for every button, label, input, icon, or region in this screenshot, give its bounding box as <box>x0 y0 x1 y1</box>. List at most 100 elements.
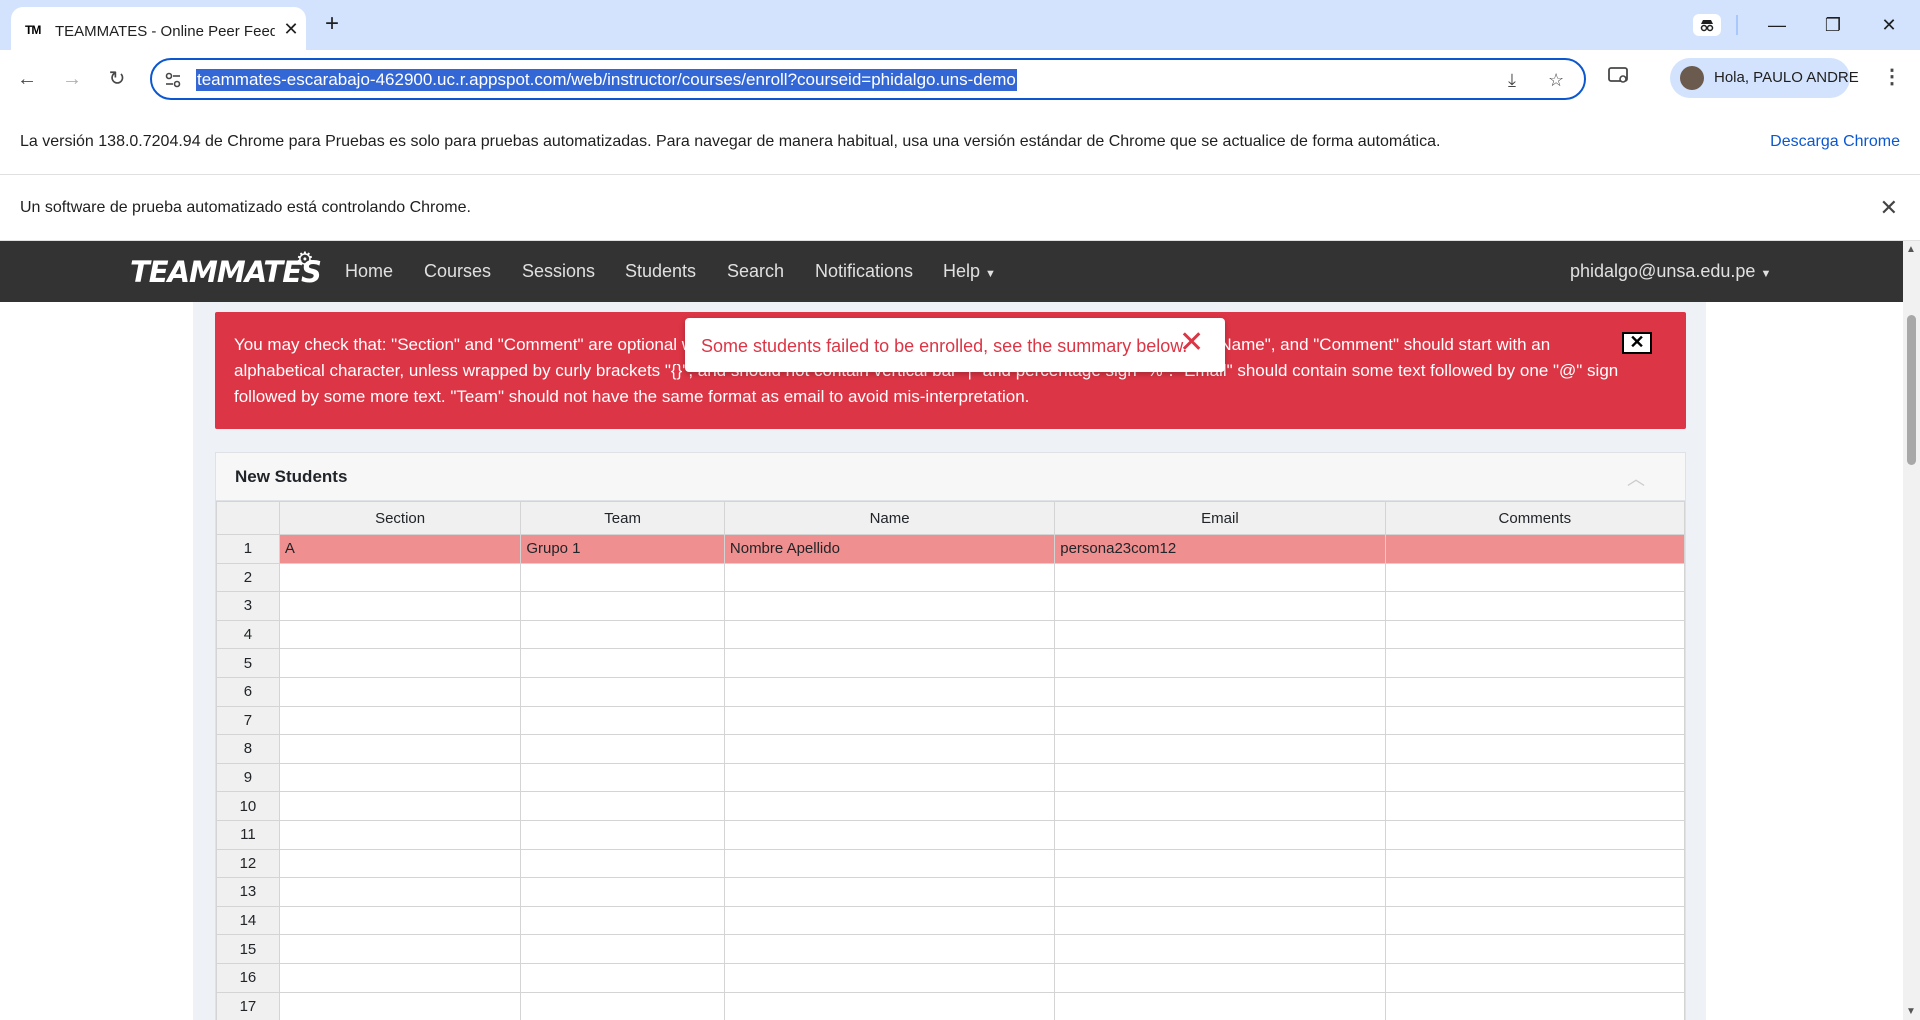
cell-comments[interactable] <box>1384 791 1686 821</box>
close-window-icon[interactable]: ✕ <box>1866 8 1912 42</box>
cell-name[interactable] <box>723 762 1056 793</box>
cell-team[interactable] <box>520 962 725 993</box>
profile-button[interactable]: Hola, PAULO ANDRE <box>1670 58 1859 98</box>
address-bar[interactable]: teammates-escarabajo-462900.uc.r.appspot… <box>150 58 1586 100</box>
new-students-header[interactable]: New Students ︿ <box>216 453 1685 501</box>
column-header-team[interactable]: Team <box>520 501 725 535</box>
cell-team[interactable] <box>520 791 725 821</box>
minimize-window-icon[interactable]: — <box>1754 8 1800 42</box>
cast-media-icon[interactable] <box>1608 66 1630 86</box>
cell-comments[interactable] <box>1384 562 1686 593</box>
cell-email[interactable] <box>1054 762 1386 793</box>
cell-team[interactable] <box>520 877 725 907</box>
cell-team[interactable] <box>520 648 725 678</box>
install-app-icon[interactable]: ⤓ <box>1508 70 1516 91</box>
cell-email[interactable] <box>1054 934 1386 964</box>
nav-search[interactable]: Search <box>727 261 784 282</box>
cell-comments[interactable] <box>1384 962 1686 993</box>
cell-name[interactable] <box>723 705 1056 736</box>
cell-comments[interactable] <box>1384 762 1686 793</box>
scroll-up-arrow-icon[interactable]: ▲ <box>1906 244 1916 255</box>
cell-team[interactable] <box>520 619 725 650</box>
cell-section[interactable] <box>278 991 522 1020</box>
cell-comments[interactable] <box>1384 534 1686 564</box>
cell-email[interactable] <box>1054 962 1386 993</box>
download-chrome-link[interactable]: Descarga Chrome <box>1770 133 1900 151</box>
close-infobar-icon[interactable]: ✕ <box>1880 195 1898 221</box>
cell-name[interactable] <box>723 562 1056 593</box>
cell-email[interactable] <box>1054 905 1386 936</box>
column-header-comments[interactable]: Comments <box>1384 501 1686 535</box>
cell-name[interactable] <box>723 676 1056 707</box>
cell-name[interactable] <box>723 848 1056 879</box>
cell-team[interactable] <box>520 848 725 879</box>
user-menu[interactable]: phidalgo@unsa.edu.pe ▼ <box>1570 261 1771 282</box>
cell-name[interactable] <box>723 934 1056 964</box>
cell-email[interactable]: persona23com12 <box>1054 534 1386 564</box>
cell-name[interactable] <box>723 648 1056 678</box>
cell-team[interactable] <box>520 676 725 707</box>
cell-section[interactable] <box>278 762 522 793</box>
cell-team[interactable] <box>520 934 725 964</box>
cell-section[interactable] <box>278 705 522 736</box>
cell-team[interactable] <box>520 991 725 1020</box>
close-tab-icon[interactable]: ✕ <box>281 19 301 39</box>
cell-comments[interactable] <box>1384 905 1686 936</box>
cell-comments[interactable] <box>1384 877 1686 907</box>
cell-comments[interactable] <box>1384 848 1686 879</box>
cell-comments[interactable] <box>1384 991 1686 1020</box>
teammates-logo[interactable]: TEAMMATES ⚙ <box>130 247 322 289</box>
cell-email[interactable] <box>1054 791 1386 821</box>
cell-name[interactable] <box>723 819 1056 850</box>
nav-help[interactable]: Help ▼ <box>943 261 996 282</box>
cell-comments[interactable] <box>1384 819 1686 850</box>
column-header-name[interactable]: Name <box>723 501 1056 535</box>
cell-team[interactable] <box>520 819 725 850</box>
cell-section[interactable] <box>278 962 522 993</box>
nav-sessions[interactable]: Sessions <box>522 261 595 282</box>
cell-email[interactable] <box>1054 734 1386 764</box>
site-settings-icon[interactable] <box>164 71 182 89</box>
search-tabs-button[interactable] <box>1693 14 1721 36</box>
reload-icon[interactable]: ↻ <box>100 62 134 96</box>
nav-notifications[interactable]: Notifications <box>815 261 913 282</box>
cell-comments[interactable] <box>1384 705 1686 736</box>
cell-team[interactable]: Grupo 1 <box>520 534 725 564</box>
cell-section[interactable] <box>278 676 522 707</box>
cell-email[interactable] <box>1054 676 1386 707</box>
cell-comments[interactable] <box>1384 934 1686 964</box>
cell-section[interactable] <box>278 591 522 621</box>
cell-email[interactable] <box>1054 991 1386 1020</box>
back-arrow-icon[interactable]: ← <box>10 62 44 96</box>
chevron-up-icon[interactable]: ︿ <box>1627 465 1645 491</box>
column-header-section[interactable]: Section <box>278 501 522 535</box>
cell-section[interactable] <box>278 934 522 964</box>
cell-email[interactable] <box>1054 848 1386 879</box>
cell-name[interactable] <box>723 905 1056 936</box>
cell-section[interactable] <box>278 848 522 879</box>
cell-team[interactable] <box>520 905 725 936</box>
cell-name[interactable] <box>723 877 1056 907</box>
cell-comments[interactable] <box>1384 734 1686 764</box>
cell-team[interactable] <box>520 705 725 736</box>
cell-team[interactable] <box>520 591 725 621</box>
close-toast-icon[interactable]: ✕ <box>1179 328 1204 358</box>
cell-email[interactable] <box>1054 819 1386 850</box>
cell-comments[interactable] <box>1384 591 1686 621</box>
cell-name[interactable]: Nombre Apellido <box>723 534 1056 564</box>
restore-window-icon[interactable]: ❐ <box>1810 8 1856 42</box>
browser-tab[interactable]: TM TEAMMATES - Online Peer Feed ✕ <box>11 7 306 50</box>
cell-email[interactable] <box>1054 619 1386 650</box>
cell-comments[interactable] <box>1384 619 1686 650</box>
bookmark-star-icon[interactable]: ☆ <box>1548 70 1564 91</box>
cell-section[interactable] <box>278 819 522 850</box>
cell-name[interactable] <box>723 991 1056 1020</box>
cell-team[interactable] <box>520 762 725 793</box>
cell-name[interactable] <box>723 619 1056 650</box>
column-header-email[interactable]: Email <box>1054 501 1386 535</box>
new-tab-button[interactable]: + <box>318 10 346 38</box>
close-alert-button[interactable]: ✕ <box>1622 332 1652 354</box>
nav-students[interactable]: Students <box>625 261 696 282</box>
cell-section[interactable] <box>278 562 522 593</box>
cell-team[interactable] <box>520 562 725 593</box>
